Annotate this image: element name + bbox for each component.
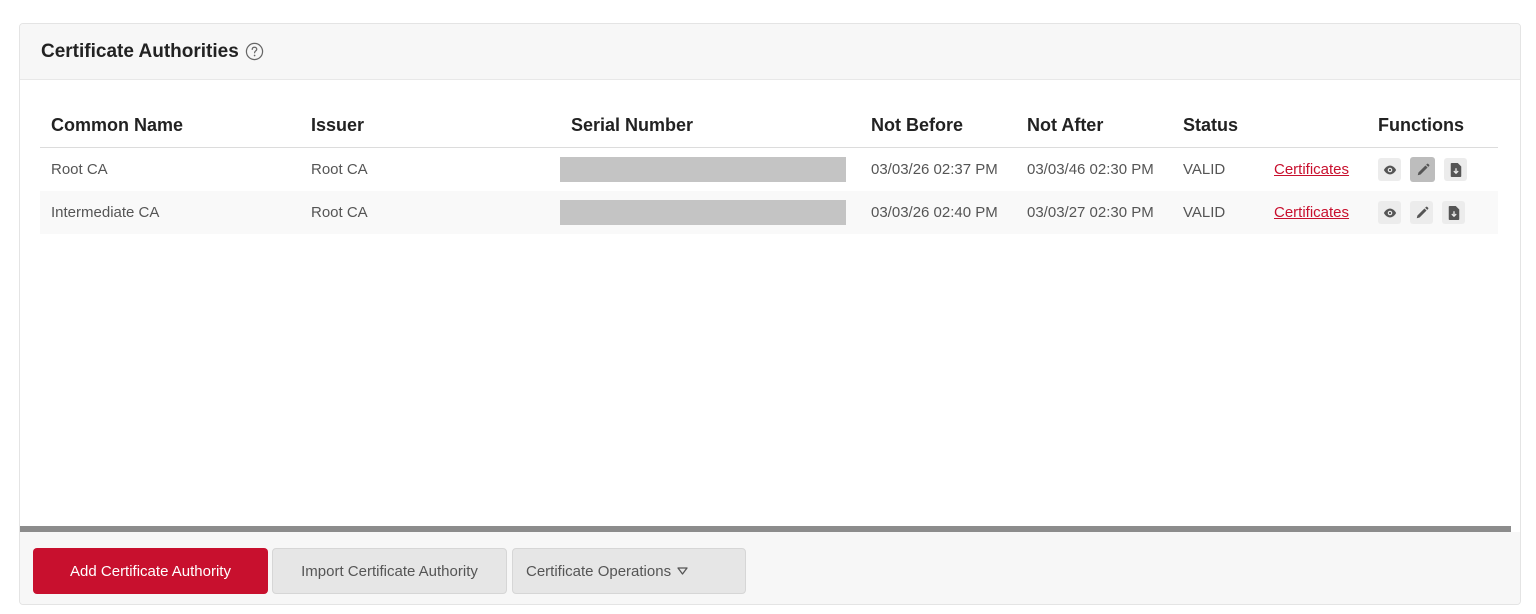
cell-not-after: 03/03/27 02:30 PM xyxy=(1016,191,1172,234)
function-buttons xyxy=(1378,201,1498,224)
cell-links: Certificates xyxy=(1263,191,1367,234)
column-header-functions: Functions xyxy=(1367,104,1498,148)
ca-table: Common Name Issuer Serial Number Not Bef… xyxy=(40,104,1498,234)
view-button[interactable] xyxy=(1378,201,1401,224)
caret-down-icon xyxy=(677,567,688,575)
table-header-row: Common Name Issuer Serial Number Not Bef… xyxy=(40,104,1498,148)
help-icon[interactable] xyxy=(245,42,264,61)
panel-footer: Add Certificate Authority Import Certifi… xyxy=(20,532,1520,604)
cell-not-before: 03/03/26 02:40 PM xyxy=(860,191,1016,234)
edit-button[interactable] xyxy=(1410,201,1433,224)
download-button[interactable] xyxy=(1444,158,1467,181)
column-header-serial-number[interactable]: Serial Number xyxy=(560,104,860,148)
redacted-serial-number xyxy=(560,157,846,182)
certificate-operations-dropdown[interactable]: Certificate Operations xyxy=(512,548,746,594)
download-file-icon xyxy=(1450,162,1461,177)
edit-button[interactable] xyxy=(1410,157,1435,182)
certificates-link[interactable]: Certificates xyxy=(1274,161,1349,178)
download-file-icon xyxy=(1448,205,1459,220)
add-certificate-authority-button[interactable]: Add Certificate Authority xyxy=(33,548,268,594)
certificate-authorities-panel: Certificate Authorities Common Name Issu… xyxy=(19,23,1521,605)
ca-table-container: Common Name Issuer Serial Number Not Bef… xyxy=(40,104,1498,234)
column-header-not-before[interactable]: Not Before xyxy=(860,104,1016,148)
eye-icon xyxy=(1383,208,1396,217)
panel-title: Certificate Authorities xyxy=(41,40,239,62)
table-row: Intermediate CA Root CA 03/03/26 02:40 P… xyxy=(40,191,1498,234)
cell-issuer: Root CA xyxy=(300,191,560,234)
column-header-status[interactable]: Status xyxy=(1172,104,1263,148)
column-header-not-after[interactable]: Not After xyxy=(1016,104,1172,148)
eye-icon xyxy=(1383,165,1396,174)
pencil-icon xyxy=(1417,163,1429,175)
cell-status: VALID xyxy=(1172,191,1263,234)
cell-not-after: 03/03/46 02:30 PM xyxy=(1027,161,1154,178)
function-buttons xyxy=(1378,157,1498,182)
view-button[interactable] xyxy=(1378,158,1401,181)
import-certificate-authority-button[interactable]: Import Certificate Authority xyxy=(272,548,507,594)
cell-functions xyxy=(1367,191,1498,234)
cell-serial-number xyxy=(560,148,860,192)
column-header-links xyxy=(1263,104,1367,148)
redacted-serial-number xyxy=(560,200,846,225)
table-row: Root CA Root CA 03/03/26 02:37 PM 03/03/… xyxy=(40,148,1498,192)
cell-status: VALID xyxy=(1183,161,1226,178)
certificate-operations-label: Certificate Operations xyxy=(526,562,672,580)
cell-common-name: Intermediate CA xyxy=(40,191,300,234)
cell-functions xyxy=(1367,148,1498,192)
pencil-icon xyxy=(1416,206,1428,218)
cell-not-before: 03/03/26 02:37 PM xyxy=(871,161,998,178)
column-header-issuer[interactable]: Issuer xyxy=(300,104,560,148)
column-header-common-name[interactable]: Common Name xyxy=(40,104,300,148)
cell-links: Certificates xyxy=(1263,148,1367,192)
certificates-link[interactable]: Certificates xyxy=(1274,204,1349,221)
panel-header: Certificate Authorities xyxy=(20,24,1520,80)
cell-issuer: Root CA xyxy=(311,161,368,178)
download-button[interactable] xyxy=(1442,201,1465,224)
cell-common-name: Root CA xyxy=(51,161,108,178)
cell-serial-number xyxy=(560,191,860,234)
